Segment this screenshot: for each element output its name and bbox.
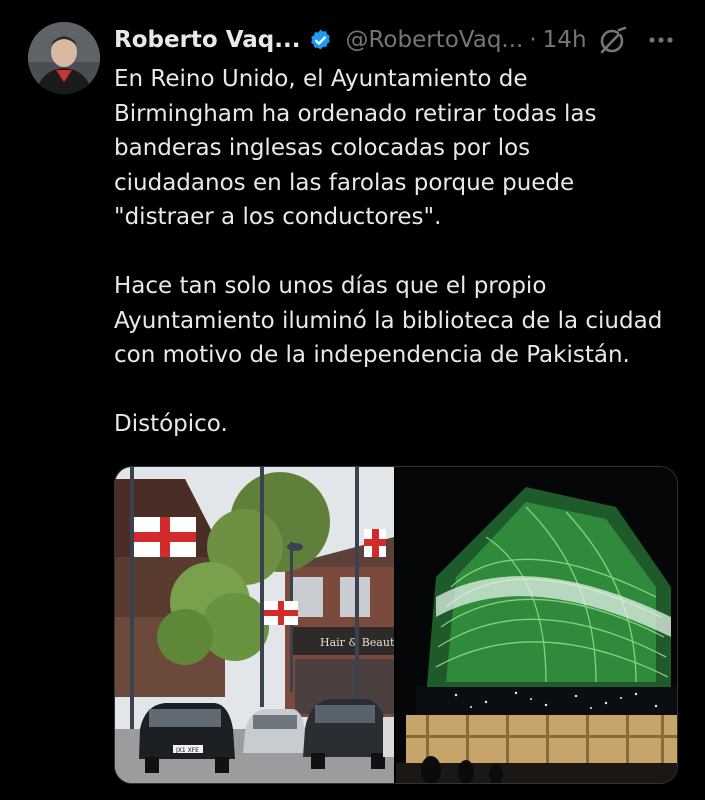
display-name[interactable]: Roberto Vaq... [114, 27, 300, 53]
plate-text: JX1 XFE [175, 747, 199, 754]
tweet-text: En Reino Unido, el Ayuntamiento de Birmi… [114, 66, 663, 437]
tweet[interactable]: Roberto Vaq... @RobertoVaq... · 14h En R… [0, 0, 705, 800]
tweet-media[interactable]: Hair & Beauty [114, 466, 678, 784]
more-options-icon[interactable] [645, 30, 677, 50]
verified-badge-icon [308, 28, 333, 53]
user-handle[interactable]: @RobertoVaq... [345, 27, 523, 53]
avatar[interactable] [28, 22, 100, 94]
tweet-header: Roberto Vaq... @RobertoVaq... · 14h [114, 22, 587, 58]
separator-dot: · [529, 27, 537, 53]
timestamp[interactable]: 14h [543, 27, 587, 53]
street-flags-photo[interactable]: Hair & Beauty [115, 467, 394, 783]
library-lit-photo[interactable] [396, 467, 677, 783]
grok-icon[interactable] [597, 24, 629, 56]
